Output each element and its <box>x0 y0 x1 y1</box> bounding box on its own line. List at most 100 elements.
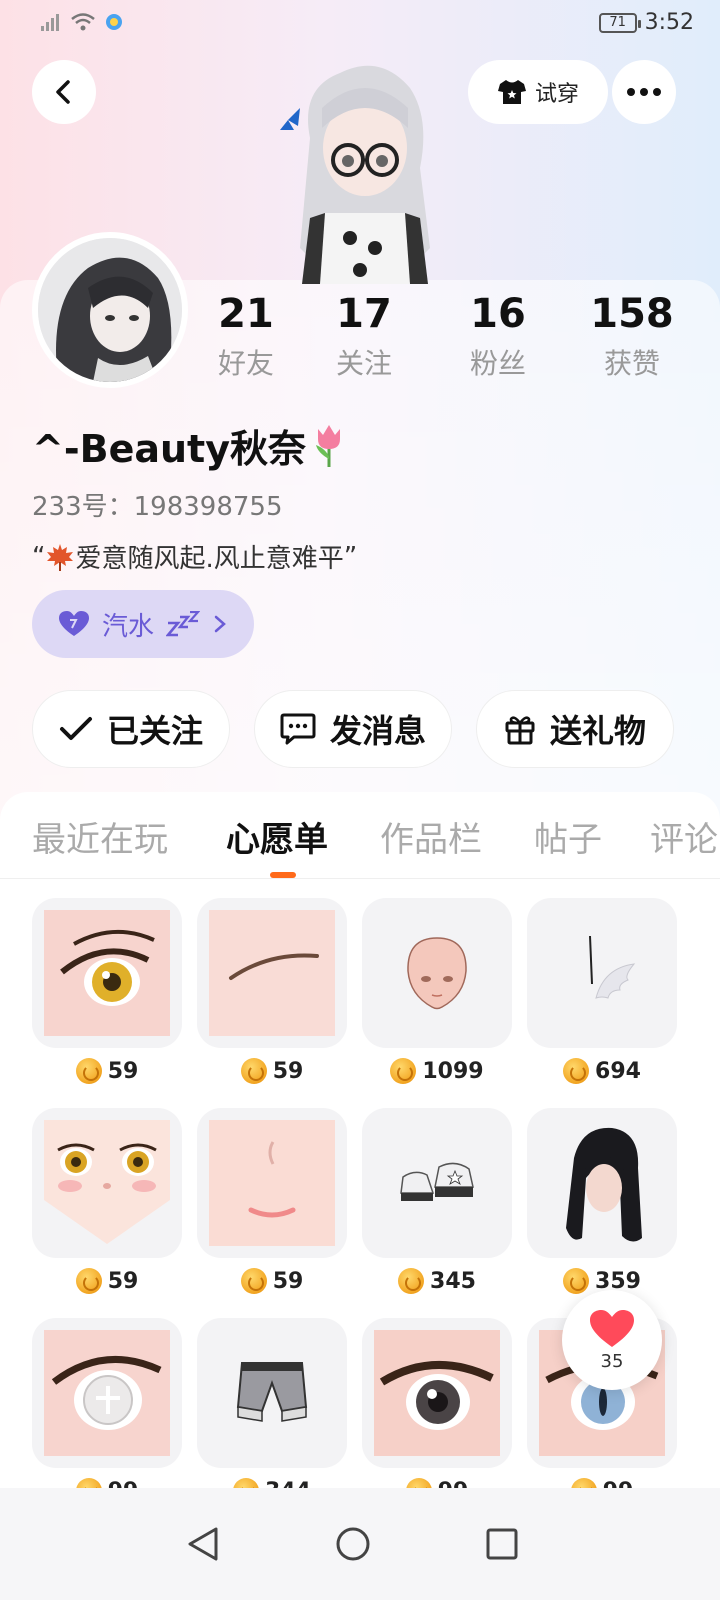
price-value: 59 <box>107 1058 139 1084</box>
maple-leaf-icon <box>47 543 74 571</box>
status-bar: 71 3:52 <box>0 0 720 48</box>
wishlist-item[interactable]: 59 <box>197 1108 347 1308</box>
heart-icon <box>59 611 89 636</box>
tab-wishlist[interactable]: 心愿单 <box>226 812 328 861</box>
profile-avatar[interactable] <box>32 232 188 388</box>
coin-icon <box>563 1268 590 1294</box>
send-message-button[interactable]: 发消息 <box>254 690 452 768</box>
item-thumbnail <box>197 898 347 1048</box>
tab-comments[interactable]: 评论 <box>650 812 718 861</box>
followed-label: 已关注 <box>106 712 203 750</box>
price-value: 59 <box>272 1058 304 1084</box>
system-navigation-bar <box>0 1488 720 1600</box>
eyebrow-asset-icon <box>209 910 335 1036</box>
username: ^-Beauty秋奈 <box>32 418 346 473</box>
tab-works[interactable]: 作品栏 <box>380 812 482 861</box>
more-options-button[interactable] <box>612 60 676 124</box>
hair-asset-icon <box>566 1127 642 1242</box>
item-thumbnail <box>362 1108 512 1258</box>
like-count: 35 <box>600 1350 624 1372</box>
price-value: 1099 <box>422 1058 484 1084</box>
price-value: 345 <box>430 1268 476 1294</box>
tab-recently-played[interactable]: 最近在玩 <box>32 812 168 861</box>
wishlist-item[interactable]: 344 <box>197 1318 347 1488</box>
stat-friends[interactable]: 21 好友 <box>186 292 306 382</box>
stat-following[interactable]: 17 关注 <box>304 292 424 382</box>
back-triangle-icon[interactable] <box>186 1526 220 1562</box>
wishlist-item[interactable]: 99 <box>32 1318 182 1488</box>
avatar-character-illustration <box>280 65 430 284</box>
wishlist-item[interactable]: 59 <box>197 898 347 1098</box>
coin-icon <box>75 1268 102 1294</box>
price-value: 694 <box>595 1058 641 1084</box>
wishlist-item[interactable]: 345 <box>362 1108 512 1308</box>
recents-square-icon[interactable] <box>486 1528 518 1560</box>
clock: 3:52 <box>644 10 694 35</box>
item-price: 344 <box>197 1478 347 1488</box>
stat-label: 获赞 <box>603 347 660 380</box>
tshirt-icon <box>497 80 526 104</box>
coin-icon <box>233 1478 260 1488</box>
stat-value: 16 <box>470 291 526 337</box>
coin-icon <box>240 1268 267 1294</box>
wing-accessory-icon <box>589 935 636 999</box>
item-price: 59 <box>197 1268 347 1294</box>
item-thumbnail <box>197 1108 347 1258</box>
stat-label: 粉丝 <box>469 347 526 380</box>
stat-value: 17 <box>336 291 392 337</box>
eye-asset-icon <box>44 1330 170 1456</box>
profile-stats: 21 好友 17 关注 16 粉丝 158 获赞 <box>200 292 700 392</box>
stat-value: 21 <box>218 291 274 337</box>
battery-icon: 71 <box>598 12 641 33</box>
more-dots-icon <box>627 88 661 96</box>
coin-icon <box>398 1268 425 1294</box>
try-on-button[interactable]: 试穿 <box>468 60 608 124</box>
item-thumbnail <box>32 1108 182 1258</box>
mouth-asset-icon <box>209 1120 335 1246</box>
face-eyes-asset-icon <box>44 1120 170 1244</box>
coin-icon <box>240 1058 267 1084</box>
stat-likes[interactable]: 158 获赞 <box>572 292 692 382</box>
home-circle-icon[interactable] <box>335 1526 371 1562</box>
gift-icon <box>505 716 535 745</box>
item-thumbnail <box>32 898 182 1048</box>
signal-icon <box>41 14 59 31</box>
bio-close-quote: ” <box>343 541 358 572</box>
item-thumbnail <box>362 1318 512 1468</box>
tab-posts[interactable]: 帖子 <box>534 812 602 861</box>
item-price: 99 <box>527 1478 677 1488</box>
chevron-right-icon <box>214 615 226 633</box>
user-id-value: 198398755 <box>133 492 283 522</box>
wishlist-item[interactable]: 359 <box>527 1108 677 1308</box>
wishlist-item[interactable]: 1099 <box>362 898 512 1098</box>
chevron-left-icon <box>56 80 70 104</box>
coin-icon <box>405 1478 432 1488</box>
item-price: 59 <box>32 1268 182 1294</box>
status-icons-left <box>40 12 124 32</box>
stat-label: 好友 <box>217 347 274 380</box>
mood-status-pill[interactable]: 汽水 <box>32 590 254 658</box>
bio: “ 爱意随风起.风止意难平 ” <box>32 538 357 575</box>
wishlist-item[interactable]: 59 <box>32 898 182 1098</box>
stat-followers[interactable]: 16 粉丝 <box>438 292 558 382</box>
bio-text: 爱意随风起.风止意难平 <box>75 544 344 574</box>
tabs-divider <box>0 878 720 879</box>
item-thumbnail <box>527 1108 677 1258</box>
price-value: 99 <box>603 1479 634 1489</box>
coin-icon <box>563 1058 590 1084</box>
item-thumbnail <box>197 1318 347 1468</box>
back-button[interactable] <box>32 60 96 124</box>
wishlist-item[interactable]: 694 <box>527 898 677 1098</box>
coin-icon <box>75 1478 102 1488</box>
bio-open-quote: “ <box>32 541 46 572</box>
send-gift-button[interactable]: 送礼物 <box>476 690 674 768</box>
user-id-label: 233号： <box>32 492 134 522</box>
profile-tabs: 最近在玩 心愿单 作品栏 帖子 评论 <box>0 812 720 878</box>
wishlist-item[interactable]: 59 <box>32 1108 182 1308</box>
followed-button[interactable]: 已关注 <box>32 690 230 768</box>
wifi-icon <box>71 13 95 31</box>
like-button[interactable]: 35 <box>562 1290 662 1390</box>
wishlist-item[interactable]: 99 <box>362 1318 512 1488</box>
item-price: 694 <box>527 1058 677 1084</box>
chat-bubble-icon <box>280 713 316 745</box>
